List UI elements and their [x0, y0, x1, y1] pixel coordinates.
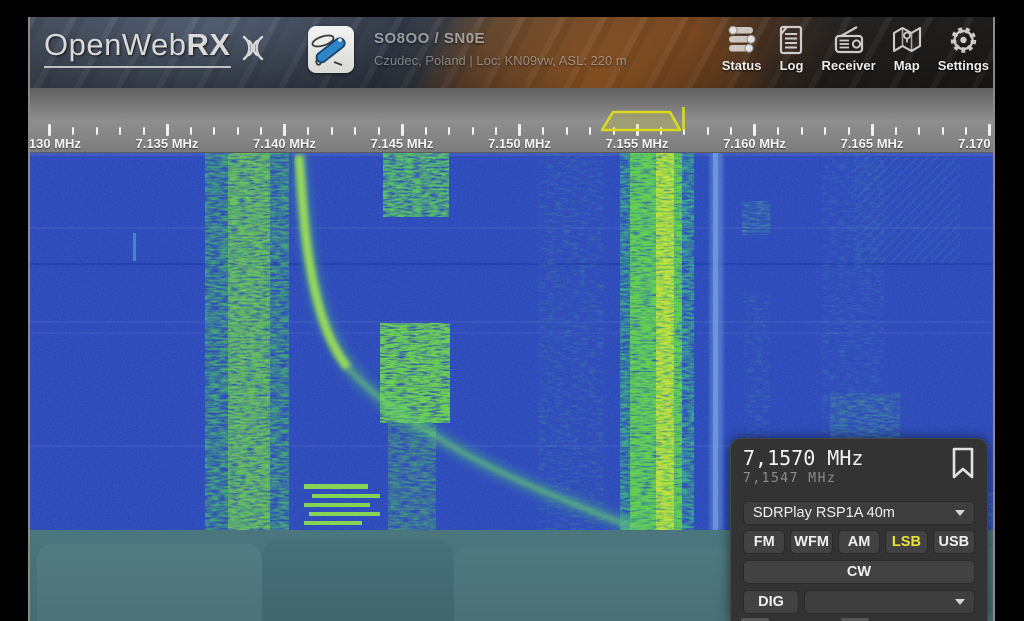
mode-button-am[interactable]: AM [838, 530, 880, 554]
top-nav: Status Log [722, 25, 989, 73]
mode-button-lsb[interactable]: LSB [885, 530, 927, 554]
station-callsign: SO8OO / SN0E [374, 30, 627, 47]
profile-select-value: SDRPlay RSP1A 40m [753, 505, 895, 521]
openwebrx-logo[interactable]: OpenWebRX [44, 27, 271, 68]
receiver-radio-icon [833, 25, 865, 55]
swiss-army-knife-logo[interactable] [308, 26, 354, 73]
passband-indicator[interactable] [30, 88, 995, 152]
radio-waves-icon [235, 30, 271, 62]
nav-status-label: Status [722, 58, 762, 73]
chevron-down-icon [955, 599, 965, 605]
nav-receiver-label: Receiver [821, 58, 875, 73]
mode-button-fm[interactable]: FM [743, 530, 785, 554]
logo-text: OpenWebRX [44, 27, 231, 68]
station-location: Czudec, Poland | Loc: KN09vw, ASL: 220 m [374, 53, 627, 68]
dig-mode-select[interactable] [804, 590, 975, 614]
nav-settings[interactable]: Settings [938, 25, 989, 73]
map-icon [891, 25, 923, 55]
settings-gear-icon [948, 25, 979, 55]
secondary-frequency: 7,1547 MHz [743, 471, 975, 487]
chevron-down-icon [955, 510, 965, 516]
nav-map-label: Map [894, 58, 920, 73]
dig-row: DIG [743, 590, 975, 614]
mode-button-cw[interactable]: CW [743, 560, 975, 584]
nav-receiver[interactable]: Receiver [821, 25, 875, 73]
bookmark-icon [950, 446, 976, 480]
buffer-shade-middle [262, 540, 454, 621]
mode-buttons-row: FM WFM AM LSB USB [743, 530, 975, 554]
mode-button-wfm[interactable]: WFM [790, 530, 832, 554]
nav-map[interactable]: Map [891, 25, 923, 73]
openwebrx-app: OpenWebRX SO8OO / SN0E [28, 17, 995, 621]
frequency-scale[interactable]: 7.130 MHz7.135 MHz7.140 MHz7.145 MHz7.15… [30, 88, 995, 152]
status-sliders-icon [725, 25, 759, 55]
frequency-display[interactable]: 7,1570 MHz [743, 445, 975, 471]
bookmark-button[interactable] [950, 446, 976, 485]
cw-row: CW [743, 560, 975, 584]
nav-status[interactable]: Status [722, 25, 762, 73]
receiver-panel: 7,1570 MHz 7,1547 MHz SDRPlay RSP1A 40m … [730, 438, 988, 621]
mode-button-usb[interactable]: USB [933, 530, 975, 554]
nav-log-label: Log [780, 58, 804, 73]
nav-log[interactable]: Log [776, 25, 806, 73]
station-info: SO8OO / SN0E Czudec, Poland | Loc: KN09v… [374, 30, 627, 68]
header: OpenWebRX SO8OO / SN0E [30, 17, 995, 88]
buffer-shade-left [37, 544, 262, 621]
nav-settings-label: Settings [938, 58, 989, 73]
log-document-icon [776, 25, 806, 55]
swiss-knife-icon [308, 26, 354, 73]
profile-select[interactable]: SDRPlay RSP1A 40m [743, 501, 975, 525]
mode-button-dig[interactable]: DIG [743, 590, 799, 614]
